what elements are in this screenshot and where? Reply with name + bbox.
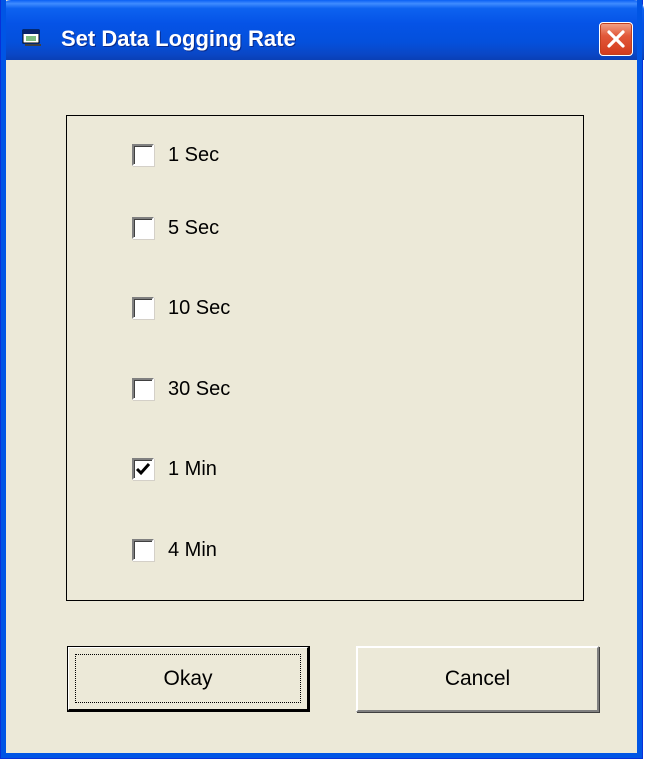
checkbox-label: 30 Sec [168, 377, 231, 400]
checkbox-option[interactable]: 4 Min [132, 538, 217, 562]
checkbox[interactable] [132, 539, 154, 561]
close-button[interactable] [599, 22, 633, 56]
checkbox-label: 4 Min [168, 538, 217, 561]
okay-button[interactable]: Okay [67, 646, 310, 712]
checkbox[interactable] [132, 217, 154, 239]
checkbox-label: 10 Sec [168, 296, 231, 319]
dialog-window: Set Data Logging Rate 1 Sec 5 Sec 10 Sec… [0, 0, 644, 759]
checkbox[interactable] [132, 378, 154, 400]
okay-button-label: Okay [163, 666, 213, 690]
checkbox-label: 5 Sec [168, 216, 220, 239]
checkbox-option[interactable]: 5 Sec [132, 216, 219, 240]
checkbox-label: 1 Min [168, 457, 217, 480]
checkbox-option[interactable]: 30 Sec [132, 377, 230, 401]
checkbox[interactable] [132, 144, 154, 166]
checkbox-option[interactable]: 10 Sec [132, 296, 230, 320]
title-bar[interactable]: Set Data Logging Rate [1, 0, 644, 60]
checkbox[interactable] [132, 458, 154, 480]
checkbox-label: 1 Sec [168, 143, 220, 166]
close-icon [607, 30, 625, 48]
checkbox-option[interactable]: 1 Min [132, 457, 217, 481]
checkbox-option[interactable]: 1 Sec [132, 143, 219, 167]
checkmark-icon [135, 463, 151, 476]
window-title: Set Data Logging Rate [61, 26, 296, 51]
cancel-button-label: Cancel [444, 667, 511, 690]
checkbox[interactable] [132, 297, 154, 319]
cancel-button[interactable]: Cancel [356, 646, 599, 712]
logging-rate-group [66, 115, 584, 601]
app-window-icon [22, 29, 42, 47]
